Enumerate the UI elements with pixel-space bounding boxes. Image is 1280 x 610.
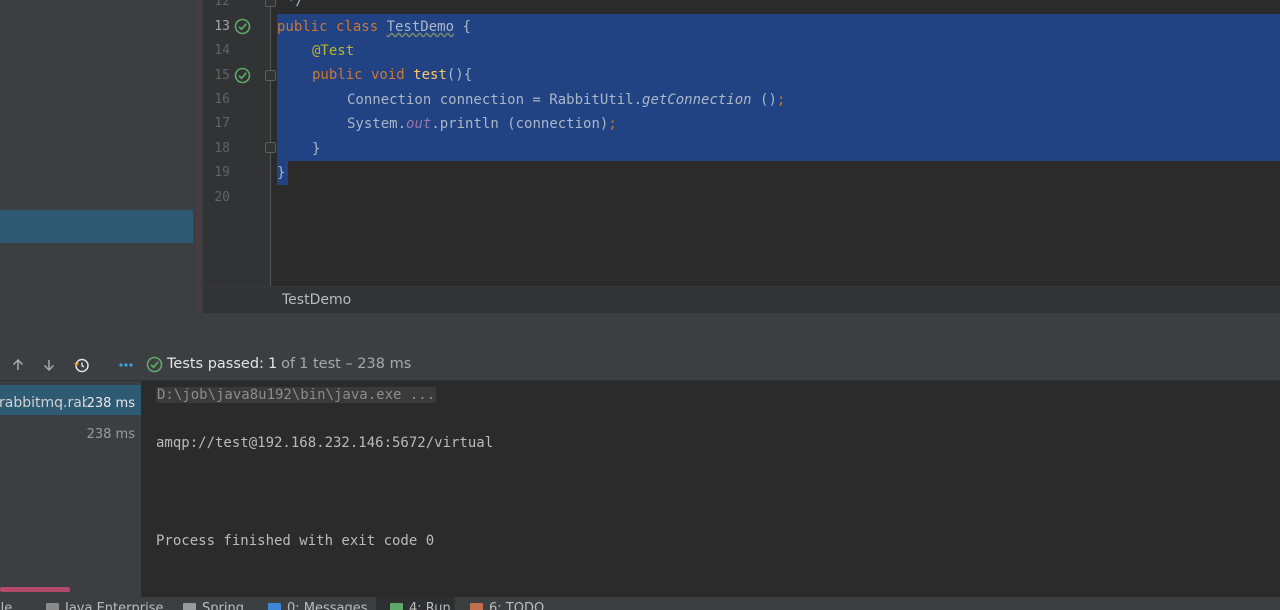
- code-line-16: Connection connection = RabbitUtil.getCo…: [347, 91, 785, 109]
- line-number: 15: [214, 68, 230, 83]
- tool-tab-spring[interactable]: Spring: [183, 601, 244, 610]
- breadcrumb-bar: TestDemo: [203, 286, 1280, 313]
- test-status: Tests passed: 1 of 1 test – 238 ms: [146, 353, 411, 375]
- selection-highlight: [277, 14, 1280, 161]
- line-number: 20: [214, 190, 230, 205]
- code-line-19: }: [277, 165, 286, 181]
- project-tree-selected-row[interactable]: [0, 210, 193, 243]
- status-label: Tests passed:: [167, 356, 264, 372]
- project-panel: [0, 0, 193, 313]
- fold-marker-icon[interactable]: [265, 0, 276, 7]
- run-toolbar: Tests passed: 1 of 1 test – 238 ms: [0, 347, 1280, 381]
- tool-tab-partial[interactable]: ile: [0, 601, 12, 610]
- tool-tab-label: 0: Messages: [287, 601, 368, 610]
- vcs-change-stripe: [197, 0, 200, 313]
- line-number: 19: [214, 165, 230, 180]
- line-number: 18: [214, 141, 230, 156]
- console-line: Process finished with exit code 0: [156, 533, 435, 549]
- tool-tab-todo[interactable]: 6: TODO: [470, 601, 544, 610]
- method-name: test: [413, 67, 447, 83]
- console-command[interactable]: D:\job\java8u192\bin\java.exe ...: [156, 387, 437, 403]
- line-number: 14: [214, 43, 230, 58]
- code-keyword: public void: [312, 67, 414, 83]
- code-text: (): [751, 92, 777, 108]
- tool-tab-label: 6: TODO: [489, 601, 545, 610]
- test-class-name: rabbitmq.rab: [0, 395, 87, 411]
- code-line-17: System.out.println (connection);: [347, 115, 617, 133]
- code-text: Connection connection = RabbitUtil.: [347, 92, 643, 108]
- spring-icon: [183, 603, 196, 610]
- bottom-tool-bar: ile Java Enterprise Spring 0: Messages 4…: [0, 597, 1280, 610]
- code-semicolon: ;: [608, 116, 617, 132]
- arrow-down-icon: [43, 360, 55, 372]
- todo-icon: [470, 603, 483, 610]
- static-method-call: getConnection: [642, 92, 752, 108]
- tool-tab-label: Java Enterprise: [65, 601, 164, 610]
- code-text: {: [454, 19, 471, 35]
- line-number: 17: [214, 116, 230, 131]
- code-comment-end: */: [287, 0, 304, 9]
- tool-tab-java-enterprise[interactable]: Java Enterprise: [46, 601, 163, 610]
- code-annotation: @Test: [312, 43, 355, 59]
- code-text: System.: [347, 116, 407, 132]
- console-line: amqp://test@192.168.232.146:5672/virtual: [156, 435, 494, 451]
- java-enterprise-icon: [46, 603, 59, 610]
- messages-icon: [268, 603, 281, 610]
- test-results-tree: rabbitmq.rab 238 ms 238 ms: [0, 381, 141, 610]
- run-icon: [390, 603, 403, 610]
- next-failed-test-button[interactable]: [39, 355, 59, 375]
- status-of: of: [281, 356, 296, 372]
- run-test-passed-icon[interactable]: [234, 67, 251, 84]
- code-semicolon: ;: [776, 92, 786, 108]
- tool-tab-label: ile: [0, 601, 13, 610]
- test-child-duration[interactable]: 238 ms: [87, 427, 135, 442]
- code-line-13: public class TestDemo {: [277, 18, 471, 36]
- line-number: 16: [214, 92, 230, 107]
- tool-tab-label: 4: Run: [409, 601, 451, 610]
- tool-tab-label: Spring: [202, 601, 244, 610]
- test-history-button[interactable]: [72, 355, 92, 375]
- tool-tab-messages[interactable]: 0: Messages: [268, 601, 368, 610]
- line-number: 12: [214, 0, 230, 9]
- code-line-15: public void test(){: [312, 66, 472, 84]
- more-options-button[interactable]: [116, 355, 136, 375]
- console-line: D:\job\java8u192\bin\java.exe ...: [156, 386, 437, 404]
- arrow-up-icon: [12, 358, 24, 370]
- test-duration: 238 ms: [86, 396, 135, 411]
- status-count: 1: [267, 356, 278, 372]
- fold-marker-icon[interactable]: [265, 142, 276, 153]
- horizontal-scrollbar[interactable]: [0, 587, 70, 592]
- fold-marker-icon[interactable]: [265, 70, 276, 81]
- status-summary: 1 test – 238 ms: [299, 356, 412, 372]
- test-tree-row-selected[interactable]: rabbitmq.rab 238 ms: [0, 385, 141, 415]
- static-field: out: [406, 116, 432, 132]
- code-editor[interactable]: 12 13 14 15 16 17 18 19 20 */ public cla…: [203, 0, 1280, 286]
- code-text: .println (connection): [431, 116, 609, 132]
- code-line-18: }: [312, 141, 321, 157]
- console-output[interactable]: D:\job\java8u192\bin\java.exe ... amqp:/…: [141, 381, 1280, 597]
- breadcrumb[interactable]: TestDemo: [282, 292, 351, 308]
- tool-tab-run[interactable]: 4: Run: [390, 601, 451, 610]
- history-clock-icon: [74, 358, 89, 373]
- prev-failed-test-button[interactable]: [8, 355, 28, 375]
- run-test-passed-icon[interactable]: [234, 18, 251, 35]
- test-passed-icon: [146, 356, 163, 372]
- code-line-14: @Test: [312, 42, 354, 60]
- class-name: TestDemo: [386, 19, 455, 35]
- code-text: (){: [446, 67, 473, 83]
- code-keyword: public class: [277, 19, 387, 35]
- tool-window-header[interactable]: [0, 313, 1280, 347]
- line-number: 13: [214, 19, 230, 34]
- ellipsis-icon: [119, 363, 133, 367]
